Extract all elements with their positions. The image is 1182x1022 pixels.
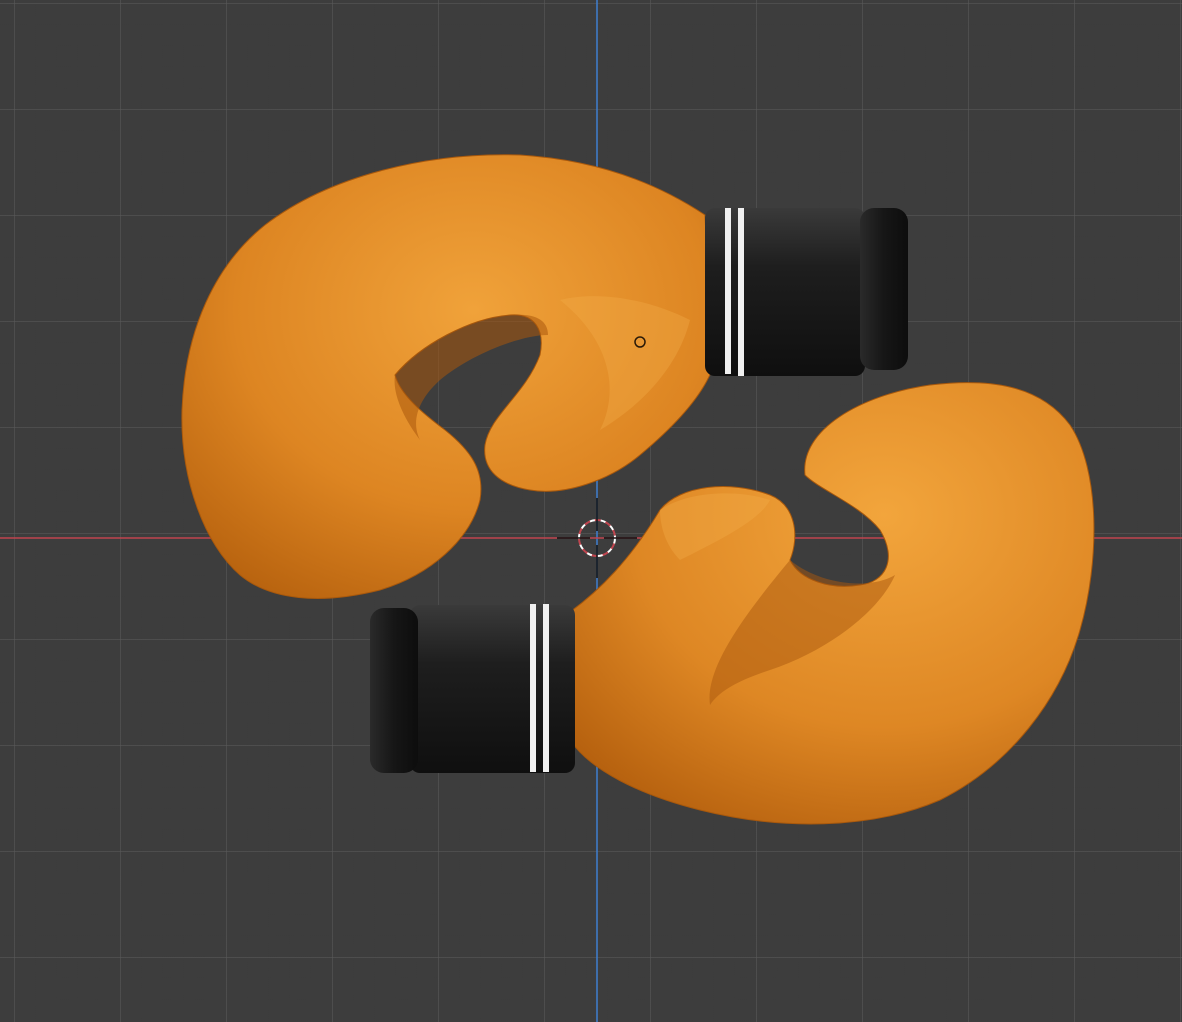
upper-glove-cuff-cap bbox=[860, 208, 908, 370]
lower-glove-cuff bbox=[410, 605, 575, 773]
upper-glove-stripe-1 bbox=[725, 208, 731, 374]
lower-glove-stripe-1 bbox=[530, 604, 536, 772]
lower-glove[interactable] bbox=[370, 382, 1095, 825]
upper-glove-stripe-2 bbox=[738, 208, 744, 376]
3d-viewport[interactable] bbox=[0, 0, 1182, 1022]
lower-glove-stripe-2 bbox=[543, 604, 549, 772]
lower-glove-cuff-cap bbox=[370, 608, 418, 773]
upper-glove[interactable] bbox=[181, 154, 908, 599]
viewport-scene[interactable] bbox=[0, 0, 1182, 1022]
